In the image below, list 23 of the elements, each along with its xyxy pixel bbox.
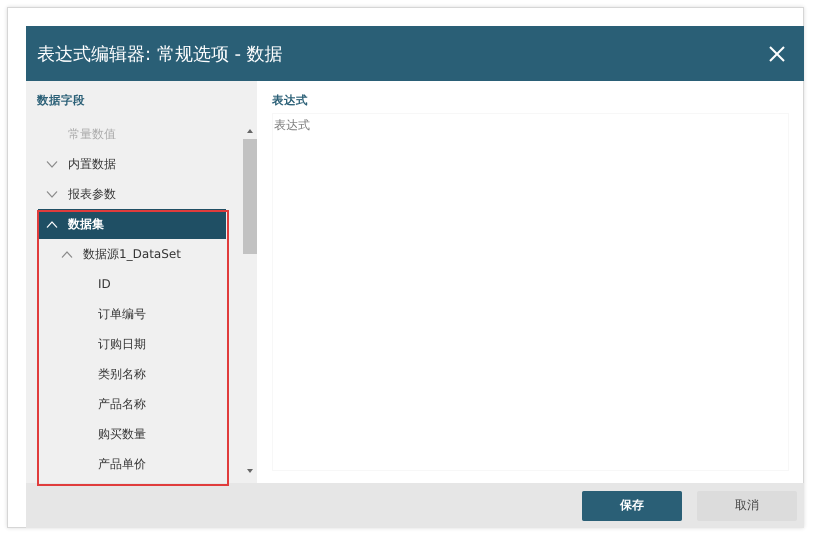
section-heading: 表达式 bbox=[272, 93, 309, 109]
close-icon bbox=[769, 46, 785, 62]
tree-item[interactable]: 订购日期 bbox=[38, 329, 226, 359]
chevron-down-icon[interactable] bbox=[46, 190, 58, 198]
tree-item[interactable]: 内置数据 bbox=[38, 149, 226, 179]
close-button[interactable] bbox=[768, 44, 786, 62]
tree-item[interactable]: 产品单价 bbox=[38, 449, 226, 479]
tree-item[interactable]: ID bbox=[38, 269, 226, 299]
tree-item[interactable]: 购买数量 bbox=[38, 419, 226, 449]
tree-item[interactable]: 数据集 bbox=[38, 209, 226, 239]
tree-item[interactable]: 产品名称 bbox=[38, 389, 226, 419]
tree-item[interactable]: 类别名称 bbox=[38, 359, 226, 389]
scroll-up-icon[interactable] bbox=[246, 129, 252, 133]
cancel-button[interactable]: 取消 bbox=[697, 490, 797, 520]
tree-item[interactable]: 订单编号 bbox=[38, 299, 226, 329]
scroll-down-icon[interactable] bbox=[246, 469, 252, 473]
expression-field[interactable]: 表达式 bbox=[272, 113, 789, 471]
section-heading: 数据字段 bbox=[36, 92, 86, 109]
tree-item[interactable]: 数据源1_DataSet bbox=[38, 239, 226, 269]
save-button[interactable]: 保存 bbox=[582, 490, 682, 520]
window-title: 表达式编辑器: 常规选项 - 数据 bbox=[37, 42, 283, 66]
tree-item[interactable]: 报表参数 bbox=[38, 179, 226, 209]
chevron-down-icon[interactable] bbox=[46, 160, 58, 168]
